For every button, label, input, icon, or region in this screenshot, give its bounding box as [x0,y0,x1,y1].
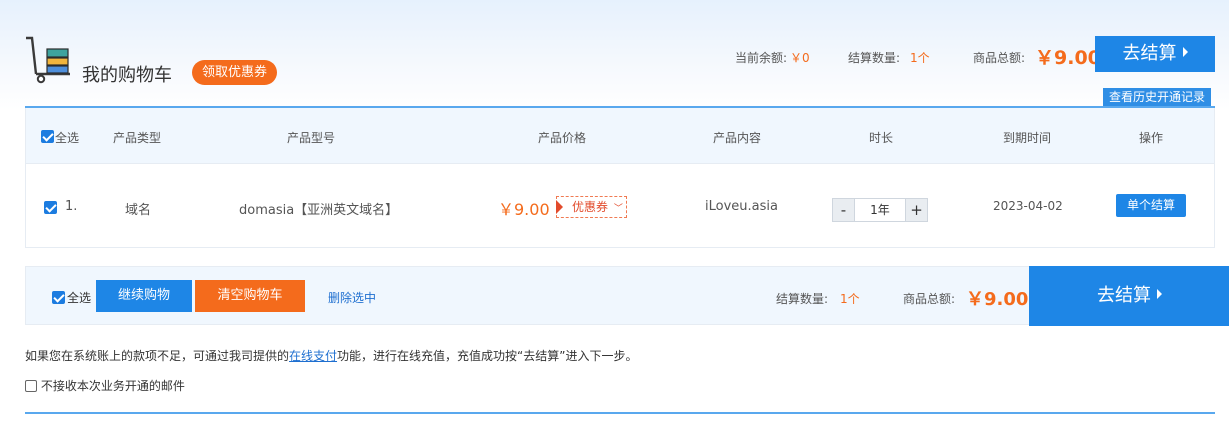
bottom-total-label: 商品总额: [903,292,956,306]
col-product-type: 产品类型 [113,131,162,145]
col-action: 操作 [1139,131,1164,145]
continue-shopping-button[interactable]: 继续购物 [96,280,192,312]
coupon-label: 优惠券 [572,200,609,214]
checkout-label: 去结算 [1097,285,1151,306]
bottom-bar: 全选 继续购物 清空购物车 删除选中 结算数量: 1个 商品总额: ￥9.00 … [25,266,1229,326]
email-option[interactable]: 不接收本次业务开通的邮件 [25,377,185,394]
balance-value: ￥0 [790,51,810,65]
count-value: 1个 [910,51,930,65]
col-duration: 时长 [869,131,894,145]
chevron-down-icon: ﹀ [613,204,623,214]
bottom-count-label: 结算数量: [776,292,829,306]
duration-stepper: - 1年 + [832,198,928,222]
caret-right-icon [1157,289,1162,299]
count-label: 结算数量: [848,51,901,65]
footer-divider [25,412,1215,414]
row-coupon-dropdown[interactable]: 优惠券 ﹀ [556,196,627,218]
decrement-button[interactable]: - [833,199,855,221]
col-product-price: 产品价格 [538,131,587,145]
email-opt-out-checkbox[interactable] [25,380,37,392]
clear-cart-button[interactable]: 清空购物车 [195,280,305,312]
bottom-total-value: ￥9.00 [966,289,1029,310]
row-expiry: 2023-04-02 [993,199,1063,213]
online-payment-link[interactable]: 在线支付 [289,349,337,363]
balance-label: 当前余额: [735,51,788,65]
row-index: 1. [65,199,78,214]
get-coupon-button[interactable]: 领取优惠券 [192,60,278,85]
col-product-content: 产品内容 [713,131,762,145]
payment-note: 如果您在系统账上的款项不足，可通过我司提供的在线支付功能，进行在线充值，充值成功… [25,347,637,364]
bottom-count-value: 1个 [840,292,860,306]
shopping-cart-icon [24,34,74,84]
select-all-checkbox[interactable] [41,130,54,143]
delete-selected-link[interactable]: 删除选中 [328,289,376,306]
cart-table: 全选 产品类型 产品型号 产品价格 产品内容 时长 到期时间 操作 1. 域名 … [25,108,1215,248]
note-text-before: 如果您在系统账上的款项不足，可通过我司提供的 [25,349,290,363]
total-value: ￥9.00 [1035,47,1101,69]
caret-right-icon [1182,47,1188,57]
total-label: 商品总额: [973,51,1026,65]
email-opt-out-label: 不接收本次业务开通的邮件 [40,379,185,393]
row-type: 域名 [125,203,152,218]
table-header: 全选 产品类型 产品型号 产品价格 产品内容 时长 到期时间 操作 [26,108,1214,164]
increment-button[interactable]: + [905,199,927,221]
view-history-button[interactable]: 查看历史开通记录 [1103,88,1211,107]
col-product-model: 产品型号 [287,131,336,145]
page-title: 我的购物车 [82,65,172,86]
duration-value[interactable]: 1年 [855,199,905,221]
col-expiry: 到期时间 [1003,131,1052,145]
note-text-after: 功能，进行在线充值，充值成功按“去结算”进入下一步。 [337,349,638,363]
row-price: ￥9.00 [498,200,550,219]
bottom-select-all-label: 全选 [67,291,92,305]
row-checkbox[interactable] [44,201,57,214]
bottom-select-all-checkbox[interactable] [52,291,65,304]
checkout-label: 去结算 [1122,43,1177,64]
row-content: iLoveu.asia [705,199,778,214]
row-model: domasia【亚洲英文域名】 [239,203,399,218]
select-all-label: 全选 [55,131,80,145]
single-checkout-button[interactable]: 单个结算 [1116,194,1186,217]
checkout-button-bottom[interactable]: 去结算 [1029,266,1229,326]
checkout-button-top[interactable]: 去结算 [1095,36,1215,72]
